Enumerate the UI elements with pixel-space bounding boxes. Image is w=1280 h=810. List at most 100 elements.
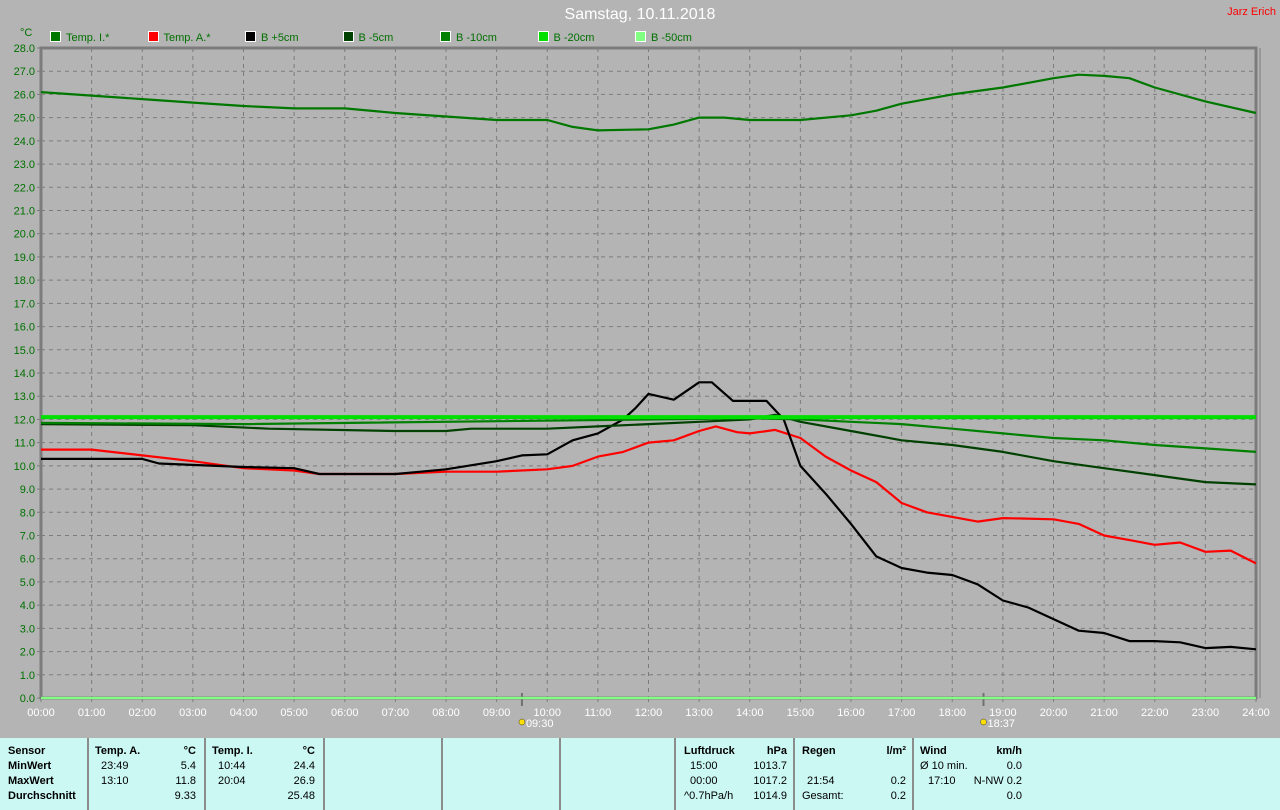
y-tick-label: 11.0 [14, 438, 35, 450]
y-tick-label: 0.0 [20, 693, 35, 705]
y-tick-label: 18.0 [14, 275, 35, 287]
x-tick-label: 23:00 [1192, 707, 1220, 719]
pressure-avg: 1014.9 [753, 790, 787, 802]
legend-swatch [245, 31, 256, 42]
y-tick-label: 28.0 [14, 43, 35, 55]
y-tick-label: 5.0 [20, 577, 35, 589]
wind-avg-label: Ø 10 min. [920, 760, 968, 772]
temp-i-avg: 25.48 [287, 790, 315, 802]
pressure-max-time: 00:00 [690, 775, 718, 787]
temp-a-header: Temp. A. [95, 745, 141, 757]
temp-a-min-time: 23:49 [101, 760, 129, 772]
wind-unit: km/h [996, 745, 1022, 757]
rain-max: 0.2 [890, 775, 906, 787]
rain-unit: l/m² [886, 745, 906, 757]
temp-a-max: 11.8 [175, 775, 196, 787]
row-label-avg: Durchschnitt [8, 790, 76, 802]
y-tick-label: 12.0 [14, 414, 35, 426]
legend-label: B -50cm [651, 32, 692, 44]
legend-item: B -10cm [440, 31, 497, 44]
x-tick-label: 12:00 [635, 707, 663, 719]
x-tick-label: 04:00 [230, 707, 258, 719]
x-tick-label: 15:00 [787, 707, 815, 719]
temp-a-column: Temp. A. °C 23:49 5.4 13:10 11.8 9.33 [89, 738, 206, 810]
y-tick-label: 8.0 [20, 507, 35, 519]
temp-i-max-time: 20:04 [218, 775, 246, 787]
y-tick-label: 13.0 [14, 391, 35, 403]
wind-max: N-NW 0.2 [973, 775, 1022, 787]
legend-item: B +5cm [245, 31, 299, 44]
temp-i-min-time: 10:44 [218, 760, 246, 772]
temp-a-max-time: 13:10 [101, 775, 129, 787]
y-tick-label: 6.0 [20, 554, 35, 566]
annotation-label: 18:37 [987, 718, 1015, 730]
legend-label: Temp. A.* [163, 32, 211, 44]
pressure-min: 1013.7 [753, 760, 787, 772]
y-tick-label: 26.0 [14, 89, 35, 101]
legend-swatch [635, 31, 646, 42]
x-tick-label: 11:00 [585, 707, 612, 719]
rain-total: 0.2 [890, 790, 906, 802]
x-tick-label: 18:00 [938, 707, 966, 719]
pressure-trend: ^0.7hPa/h [684, 790, 734, 802]
temp-i-column: Temp. I. °C 10:44 24.4 20:04 26.9 25.48 [206, 738, 325, 810]
sunrise-icon [518, 718, 526, 726]
rain-total-label: Gesamt: [802, 790, 844, 802]
y-tick-label: 15.0 [14, 345, 35, 357]
annotation-label: 09:30 [526, 718, 554, 730]
y-tick-label: 10.0 [14, 461, 35, 473]
rain-max-time: 21:54 [807, 775, 835, 787]
legend-label: B -10cm [456, 32, 497, 44]
x-tick-label: 24:00 [1242, 707, 1270, 719]
y-tick-label: 27.0 [14, 66, 35, 78]
y-tick-label: 7.0 [20, 531, 35, 543]
wind-header: Wind [920, 745, 947, 757]
sunset-icon [980, 718, 987, 726]
legend-swatch [147, 31, 159, 42]
temp-i-min: 24.4 [293, 760, 315, 772]
legend-item: Temp. I.* [50, 31, 109, 44]
x-tick-label: 02:00 [128, 707, 156, 719]
x-tick-label: 14:00 [736, 707, 764, 719]
x-tick-label: 05:00 [280, 707, 308, 719]
row-label-min: MinWert [8, 760, 52, 772]
legend-item: B -5cm [342, 31, 393, 44]
wind-column: Wind km/h Ø 10 min. 0.0 17:10 N-NW 0.2 0… [914, 738, 1030, 810]
legend-label: B +5cm [261, 32, 299, 44]
x-tick-label: 00:00 [27, 707, 55, 719]
y-tick-label: 9.0 [20, 484, 35, 496]
legend-swatch [440, 31, 451, 42]
stats-table: Sensor MinWert MaxWert Durchschnitt Temp… [0, 738, 1280, 810]
y-tick-label: 16.0 [14, 322, 35, 334]
wind-value: 0.0 [1006, 790, 1022, 802]
chart: 0.0 1.0 2.0 3.0 4.0 5.0 6.0 7.0 8.0 9.0 10.0 11.0 12… [14, 27, 1270, 730]
temp-i-header: Temp. I. [212, 745, 253, 757]
legend-item: B -20cm [537, 31, 594, 44]
temp-a-min: 5.4 [180, 760, 196, 772]
temp-a-unit: °C [183, 745, 196, 757]
rain-column: Regen l/m² 21:54 0.2 Gesamt: 0.2 [795, 738, 914, 810]
x-tick-label: 08:00 [432, 707, 460, 719]
temp-i-max: 26.9 [293, 775, 315, 787]
legend-item: B -50cm [635, 31, 692, 44]
row-label-sensor: Sensor [8, 745, 46, 757]
y-tick-label: 20.0 [14, 229, 35, 241]
x-tick-label: 13:00 [685, 707, 713, 719]
series-line-1 [41, 425, 1257, 565]
pressure-max: 1017.2 [753, 775, 787, 787]
legend-swatch [537, 31, 549, 42]
y-tick-label: 1.0 [20, 670, 35, 682]
x-tick-label: 06:00 [331, 707, 359, 719]
y-tick-label: 2.0 [20, 647, 35, 659]
y-tick-label: 14.0 [14, 368, 35, 380]
y-tick-label: 25.0 [14, 113, 35, 125]
x-tick-label: 20:00 [1040, 707, 1068, 719]
x-tick-label: 17:00 [888, 707, 916, 719]
temp-a-avg: 9.33 [174, 790, 196, 802]
empty-column [325, 738, 443, 810]
y-tick-label: 17.0 [14, 298, 35, 310]
legend-swatch [50, 31, 61, 42]
y-tick-label: 23.0 [14, 159, 35, 171]
rain-header: Regen [802, 745, 836, 757]
pressure-min-time: 15:00 [690, 760, 718, 772]
